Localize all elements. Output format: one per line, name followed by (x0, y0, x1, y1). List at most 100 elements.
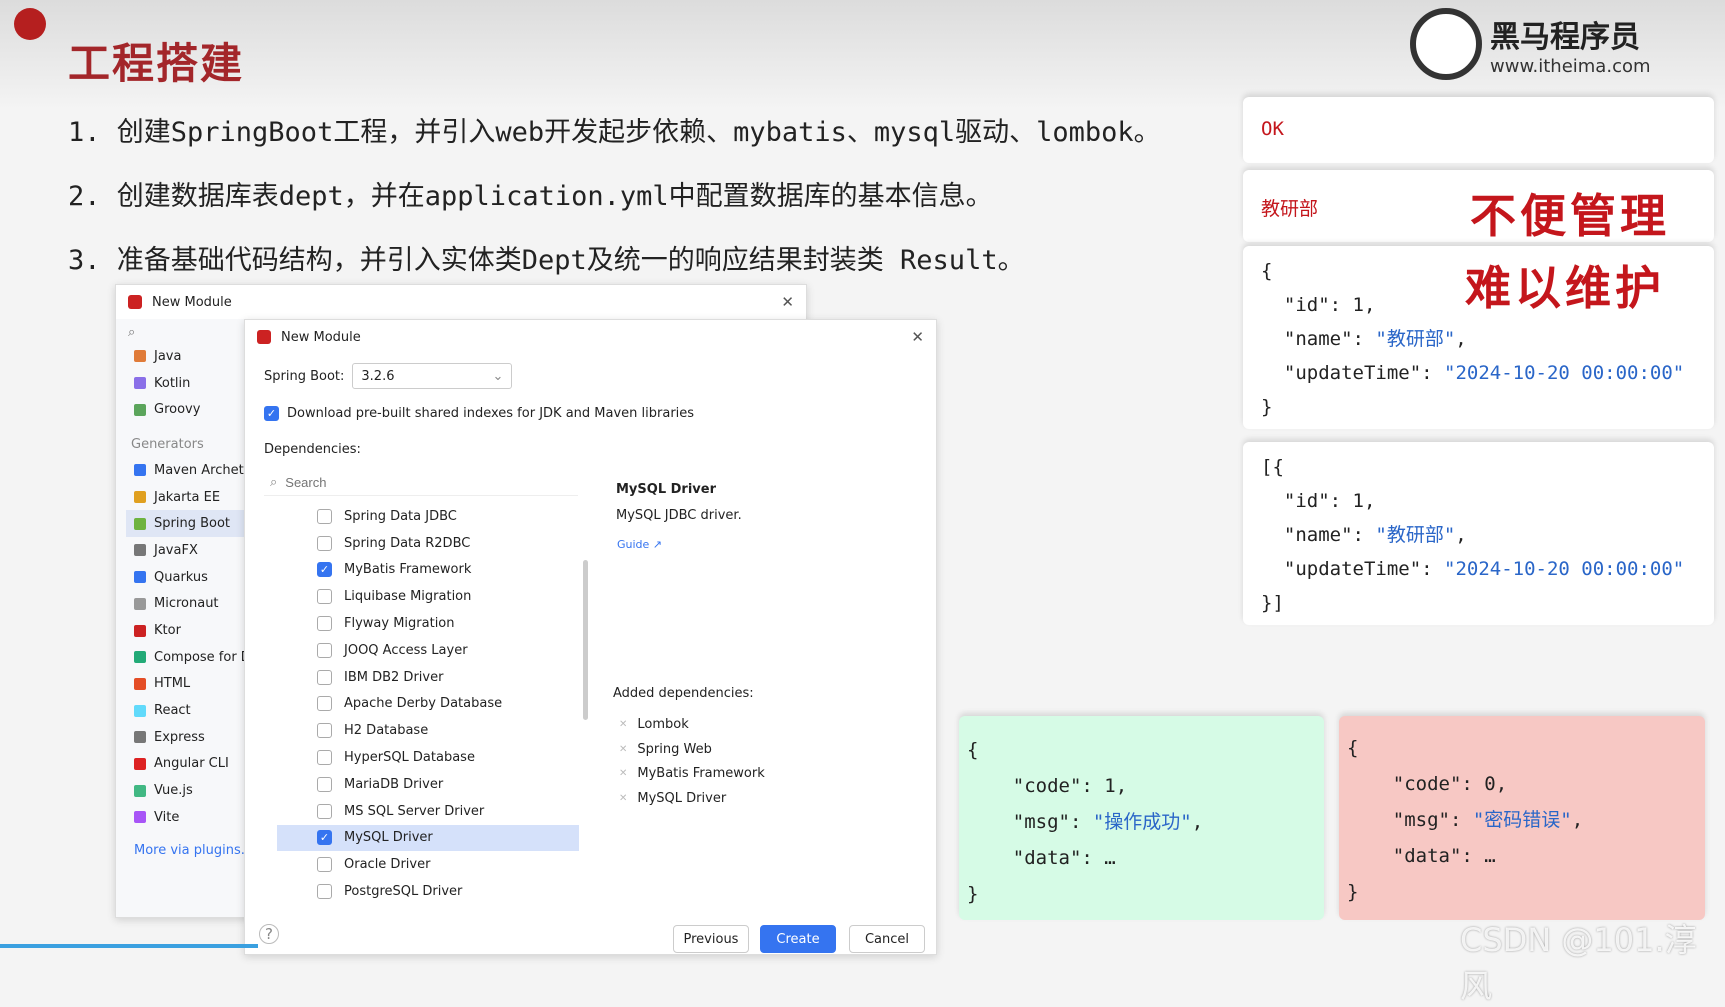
previous-button[interactable]: Previous (673, 925, 749, 953)
item-label: Kotlin (154, 375, 191, 391)
watermark: CSDN @101.淳风 (1460, 921, 1697, 1005)
dependency-item[interactable]: IBM DB2 Driver (277, 664, 579, 691)
search-icon[interactable]: ⌕ (128, 325, 135, 340)
generator-icon (134, 704, 146, 717)
code-line: { (1347, 737, 1359, 759)
dependency-item[interactable]: ✓ MySQL Driver (277, 824, 579, 852)
scrollbar[interactable] (583, 560, 588, 720)
guide-link[interactable]: Guide ↗ (617, 538, 662, 551)
step-2: 2. 创建数据库表dept，并在application.yml中配置数据库的基本… (68, 181, 993, 212)
dependency-label: Liquibase Migration (344, 589, 472, 605)
ok-text: OK (1261, 118, 1284, 140)
dependency-label: Flyway Migration (344, 616, 455, 632)
dependency-checkbox[interactable] (317, 616, 332, 632)
progress-bar (0, 944, 258, 948)
code-line: "msg": "密码错误", (1347, 809, 1584, 831)
dependency-search-input[interactable] (285, 475, 546, 490)
dependencies-label: Dependencies: (264, 442, 361, 457)
code-line: "data": … (1347, 845, 1496, 867)
dependency-checkbox[interactable] (317, 508, 332, 524)
dependency-item[interactable]: Spring Data JDBC (277, 503, 579, 530)
dependency-label: MySQL Driver (344, 830, 433, 846)
dependency-label: Apache Derby Database (344, 696, 503, 712)
code-line: } (967, 883, 979, 905)
response-array-card: [{ "id": 1, "name": "教研部", "updateTime":… (1243, 442, 1714, 625)
dependency-item[interactable]: Flyway Migration (277, 610, 579, 637)
dependency-label: H2 Database (344, 723, 429, 739)
dependency-checkbox[interactable]: ✓ (317, 562, 332, 578)
stamp-hard-to-manage: 不便管理 (1470, 189, 1670, 243)
dependency-checkbox[interactable] (317, 535, 332, 551)
close-icon[interactable]: ✕ (911, 328, 924, 346)
code-line: "updateTime": "2024-10-20 00:00:00" (1261, 362, 1685, 384)
dependency-checkbox[interactable] (317, 803, 332, 819)
dependency-checkbox[interactable] (317, 857, 332, 873)
item-label: Java (154, 348, 182, 364)
dependency-checkbox[interactable]: ✓ (317, 830, 332, 846)
slide-title: 工程搭建 (68, 39, 245, 88)
added-dependency: ✕ Spring Web (619, 737, 765, 762)
generator-icon (134, 624, 146, 637)
dependency-checkbox[interactable] (317, 750, 332, 766)
generator-icon (134, 731, 146, 744)
dependency-list: Spring Data JDBC Spring Data R2DBC ✓ MyBati… (277, 503, 579, 901)
dependency-item[interactable]: MS SQL Server Driver (277, 798, 579, 825)
logo-name: 黑马程序员 (1490, 19, 1640, 55)
dependency-item[interactable]: MariaDB Driver (277, 771, 579, 798)
dependency-item[interactable]: Oracle Driver (277, 851, 579, 878)
code-line: }] (1261, 592, 1284, 614)
remove-icon[interactable]: ✕ (619, 719, 627, 730)
dependency-label: IBM DB2 Driver (344, 669, 444, 685)
cancel-button[interactable]: Cancel (849, 925, 925, 953)
code-line: "name": "教研部", (1261, 328, 1467, 350)
remove-icon[interactable]: ✕ (619, 793, 627, 804)
close-icon[interactable]: ✕ (781, 293, 794, 311)
added-dependency: ✕ MySQL Driver (619, 786, 765, 811)
dependency-item[interactable]: JOOQ Access Layer (277, 637, 579, 664)
added-label: MyBatis Framework (637, 766, 765, 782)
code-line: "code": 1, (967, 775, 1128, 797)
dependency-item[interactable]: Apache Derby Database (277, 691, 579, 718)
item-label: JavaFX (154, 542, 198, 558)
code-line: "data": … (967, 847, 1116, 869)
item-label: Quarkus (154, 569, 208, 585)
code-line: "updateTime": "2024-10-20 00:00:00" (1261, 558, 1685, 580)
dependency-checkbox[interactable] (317, 776, 332, 792)
generator-icon (134, 517, 146, 530)
dependency-item[interactable]: Liquibase Migration (277, 583, 579, 610)
dependency-checkbox[interactable] (317, 642, 332, 658)
dependency-label: HyperSQL Database (344, 750, 475, 766)
item-label: Spring Boot (154, 516, 231, 532)
dependency-checkbox[interactable] (317, 589, 332, 605)
logo-url: www.itheima.com (1490, 55, 1651, 77)
dependency-item[interactable]: HyperSQL Database (277, 744, 579, 771)
dependency-item[interactable]: PostgreSQL Driver (277, 878, 579, 901)
download-indexes-checkbox[interactable]: ✓ (264, 406, 279, 421)
code-line: } (1261, 396, 1273, 418)
stamp-hard-to-maintain: 难以维护 (1465, 261, 1665, 315)
item-label: HTML (154, 676, 191, 692)
help-icon[interactable]: ? (259, 924, 279, 944)
create-button[interactable]: Create (760, 925, 836, 953)
dependency-item[interactable]: Spring Data R2DBC (277, 530, 579, 557)
item-label: Vite (154, 809, 180, 825)
dependency-item[interactable]: ✓ MyBatis Framework (277, 557, 579, 584)
dialog-title: New Module (281, 329, 361, 345)
remove-icon[interactable]: ✕ (619, 744, 627, 755)
dependency-checkbox[interactable] (317, 723, 332, 739)
dependency-item[interactable]: H2 Database (277, 717, 579, 744)
dependency-label: MariaDB Driver (344, 776, 444, 792)
dependency-checkbox[interactable] (317, 696, 332, 712)
remove-icon[interactable]: ✕ (619, 768, 627, 779)
generator-icon (134, 784, 146, 797)
dependency-checkbox[interactable] (317, 884, 332, 900)
code-line: "name": "教研部", (1261, 524, 1467, 546)
added-dependency: ✕ MyBatis Framework (619, 761, 765, 786)
item-label: React (154, 703, 191, 719)
dependency-label: JOOQ Access Layer (344, 642, 468, 658)
spring-boot-version-select[interactable]: 3.2.6 ⌄ (352, 363, 513, 389)
item-label: Jakarta EE (154, 489, 221, 505)
code-line: { (967, 739, 979, 761)
generator-icon (134, 597, 146, 610)
dependency-checkbox[interactable] (317, 669, 332, 685)
